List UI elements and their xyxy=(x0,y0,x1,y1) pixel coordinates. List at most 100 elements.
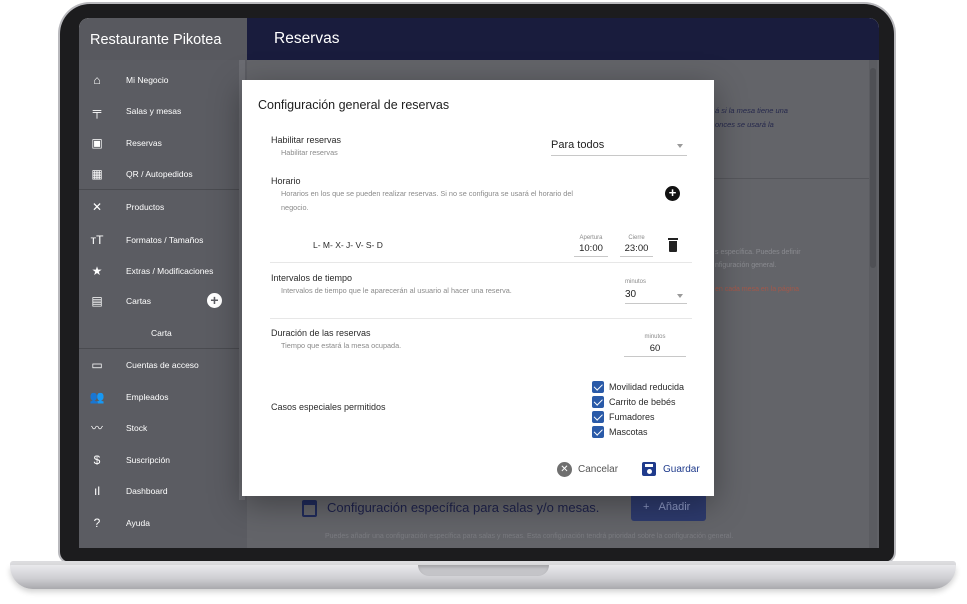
sidebar-item-ayuda[interactable]: ? Ayuda xyxy=(79,508,239,538)
habilitar-select[interactable]: Para todos xyxy=(551,139,687,156)
sidebar-item-label: Empleados xyxy=(126,392,169,402)
sidebar-item-label: Reservas xyxy=(126,138,162,148)
intervalos-label: Intervalos de tiempo xyxy=(271,273,353,283)
sidebar-item-label: Salas y mesas xyxy=(126,106,182,116)
add-button[interactable]: + Añadir xyxy=(631,494,706,521)
intervalos-help: Intervalos de tiempo que le aparecerán a… xyxy=(281,286,512,295)
cancel-icon: ✕ xyxy=(557,462,572,477)
sidebar-item-reservas[interactable]: ▣ Reservas xyxy=(79,128,239,158)
divider xyxy=(270,318,692,319)
screen: Restaurante Pikotea Reservas ⌂ Mi Negoci… xyxy=(79,18,879,548)
sidebar-item-empleados[interactable]: 👥 Empleados xyxy=(79,382,239,412)
sidebar-item-label: Cuentas de acceso xyxy=(126,360,199,370)
plus-icon: + xyxy=(643,501,650,513)
add-button-label: Añadir xyxy=(658,501,691,513)
home-icon: ⌂ xyxy=(93,73,101,87)
text-size-icon: тT xyxy=(90,233,104,247)
background-text: Puedes añadir una configuración específi… xyxy=(325,533,734,540)
sidebar-item-label: Stock xyxy=(126,423,148,433)
star-icon: ★ xyxy=(91,264,103,278)
sidebar-item-productos[interactable]: ✕ Productos xyxy=(79,192,239,222)
habilitar-help: Habilitar reservas xyxy=(281,148,338,157)
dollar-icon: $ xyxy=(93,453,101,467)
sidebar-item-label: Ayuda xyxy=(126,518,150,528)
people-icon: 👥 xyxy=(89,390,105,404)
sidebar-item-label: Extras / Modificaciones xyxy=(126,266,214,276)
sidebar-item-label: Dashboard xyxy=(126,486,168,496)
background-text: á si la mesa tiene una xyxy=(715,106,788,115)
sidebar-item-cuentas[interactable]: ▭ Cuentas de acceso xyxy=(79,350,239,380)
horario-help: negocio. xyxy=(281,203,309,212)
main-scrollbar[interactable] xyxy=(869,60,877,548)
horario-label: Horario xyxy=(271,176,301,186)
menu-book-icon: ▤ xyxy=(91,294,103,308)
divider xyxy=(79,348,239,349)
sidebar-item-salas[interactable]: ╤ Salas y mesas xyxy=(79,96,239,126)
sidebar-item-dashboard[interactable]: ıl Dashboard xyxy=(79,476,239,506)
sidebar-item-suscripcion[interactable]: $ Suscripción xyxy=(79,445,239,475)
cierre-input[interactable]: 23:00 xyxy=(620,243,653,257)
duracion-label: Duración de las reservas xyxy=(271,328,371,338)
cutlery-icon: ✕ xyxy=(91,200,103,214)
sidebar-item-label: Carta xyxy=(151,328,172,338)
sidebar-item-label: QR / Autopedidos xyxy=(126,169,193,179)
cancel-label: Cancelar xyxy=(578,464,619,475)
checkbox-checked-icon[interactable] xyxy=(592,411,604,423)
apertura-label: Apertura xyxy=(579,235,603,241)
config-modal: Configuración general de reservas Habili… xyxy=(242,80,714,496)
sidebar-item-cartas[interactable]: ▤ Cartas + xyxy=(79,286,239,316)
checkbox-checked-icon[interactable] xyxy=(592,396,604,408)
checkbox-checked-icon[interactable] xyxy=(592,426,604,438)
habilitar-value: Para todos xyxy=(551,139,605,151)
checkbox-label: Carrito de bebés xyxy=(609,397,676,407)
intervalos-value: 30 xyxy=(625,289,637,300)
modal-title: Configuración general de reservas xyxy=(258,98,450,112)
app-name: Restaurante Pikotea xyxy=(79,18,247,60)
sidebar-item-extras[interactable]: ★ Extras / Modificaciones xyxy=(79,256,239,286)
sidebar-item-stock[interactable]: 〰 Stock xyxy=(79,413,239,443)
intervalos-select[interactable]: 30 xyxy=(625,289,687,304)
duracion-input[interactable]: 60 xyxy=(624,343,686,357)
sidebar-item-label: Productos xyxy=(126,202,165,212)
intervalos-unit: minutos xyxy=(625,279,647,285)
casos-label: Casos especiales permitidos xyxy=(271,402,386,412)
sidebar-item-label: Mi Negocio xyxy=(126,75,169,85)
stage: Restaurante Pikotea Reservas ⌂ Mi Negoci… xyxy=(0,0,967,604)
divider xyxy=(270,262,692,263)
sidebar-item-label: Suscripción xyxy=(126,455,170,465)
save-icon xyxy=(642,462,656,476)
add-carta-icon[interactable]: + xyxy=(207,293,222,308)
checkbox-checked-icon[interactable] xyxy=(592,381,604,393)
qr-icon: ▦ xyxy=(91,167,103,181)
duracion-help: Tiempo que estará la mesa ocupada. xyxy=(281,341,402,350)
sidebar-item-label: Cartas xyxy=(126,296,152,306)
habilitar-label: Habilitar reservas xyxy=(271,135,342,145)
page-title: Reservas xyxy=(247,18,879,60)
background-text: onces se usará la xyxy=(715,120,774,129)
add-horario-icon[interactable]: + xyxy=(665,186,680,201)
horario-days: L- M- X- J- V- S- D xyxy=(313,240,383,250)
chevron-down-icon xyxy=(677,294,683,298)
sidebar-item-qr[interactable]: ▦ QR / Autopedidos xyxy=(79,159,239,189)
calendar-icon: ▣ xyxy=(91,136,103,150)
background-text: nfiguración general. xyxy=(715,262,777,269)
delete-icon[interactable] xyxy=(668,238,678,252)
help-icon: ? xyxy=(93,516,101,530)
background-text: en cada mesa en la página xyxy=(715,286,800,293)
apertura-input[interactable]: 10:00 xyxy=(574,243,608,257)
devices-icon: ▭ xyxy=(91,358,103,372)
bar-chart-icon: ıl xyxy=(94,484,100,498)
horario-help: Horarios en los que se pueden realizar r… xyxy=(281,189,574,198)
laptop-notch xyxy=(418,565,549,576)
sidebar-item-mi-negocio[interactable]: ⌂ Mi Negocio xyxy=(79,65,239,95)
sidebar-item-carta[interactable]: Carta xyxy=(79,318,239,348)
duracion-unit: minutos xyxy=(644,334,666,340)
checkbox-label: Mascotas xyxy=(609,427,648,437)
divider xyxy=(79,189,239,190)
trend-icon: 〰 xyxy=(90,421,103,435)
checkbox-label: Movilidad reducida xyxy=(609,382,685,392)
table-icon: ╤ xyxy=(92,104,102,118)
sidebar-item-formatos[interactable]: тT Formatos / Tamaños xyxy=(79,225,239,255)
scroll-thumb[interactable] xyxy=(870,68,876,268)
sidebar-item-label: Formatos / Tamaños xyxy=(126,235,204,245)
